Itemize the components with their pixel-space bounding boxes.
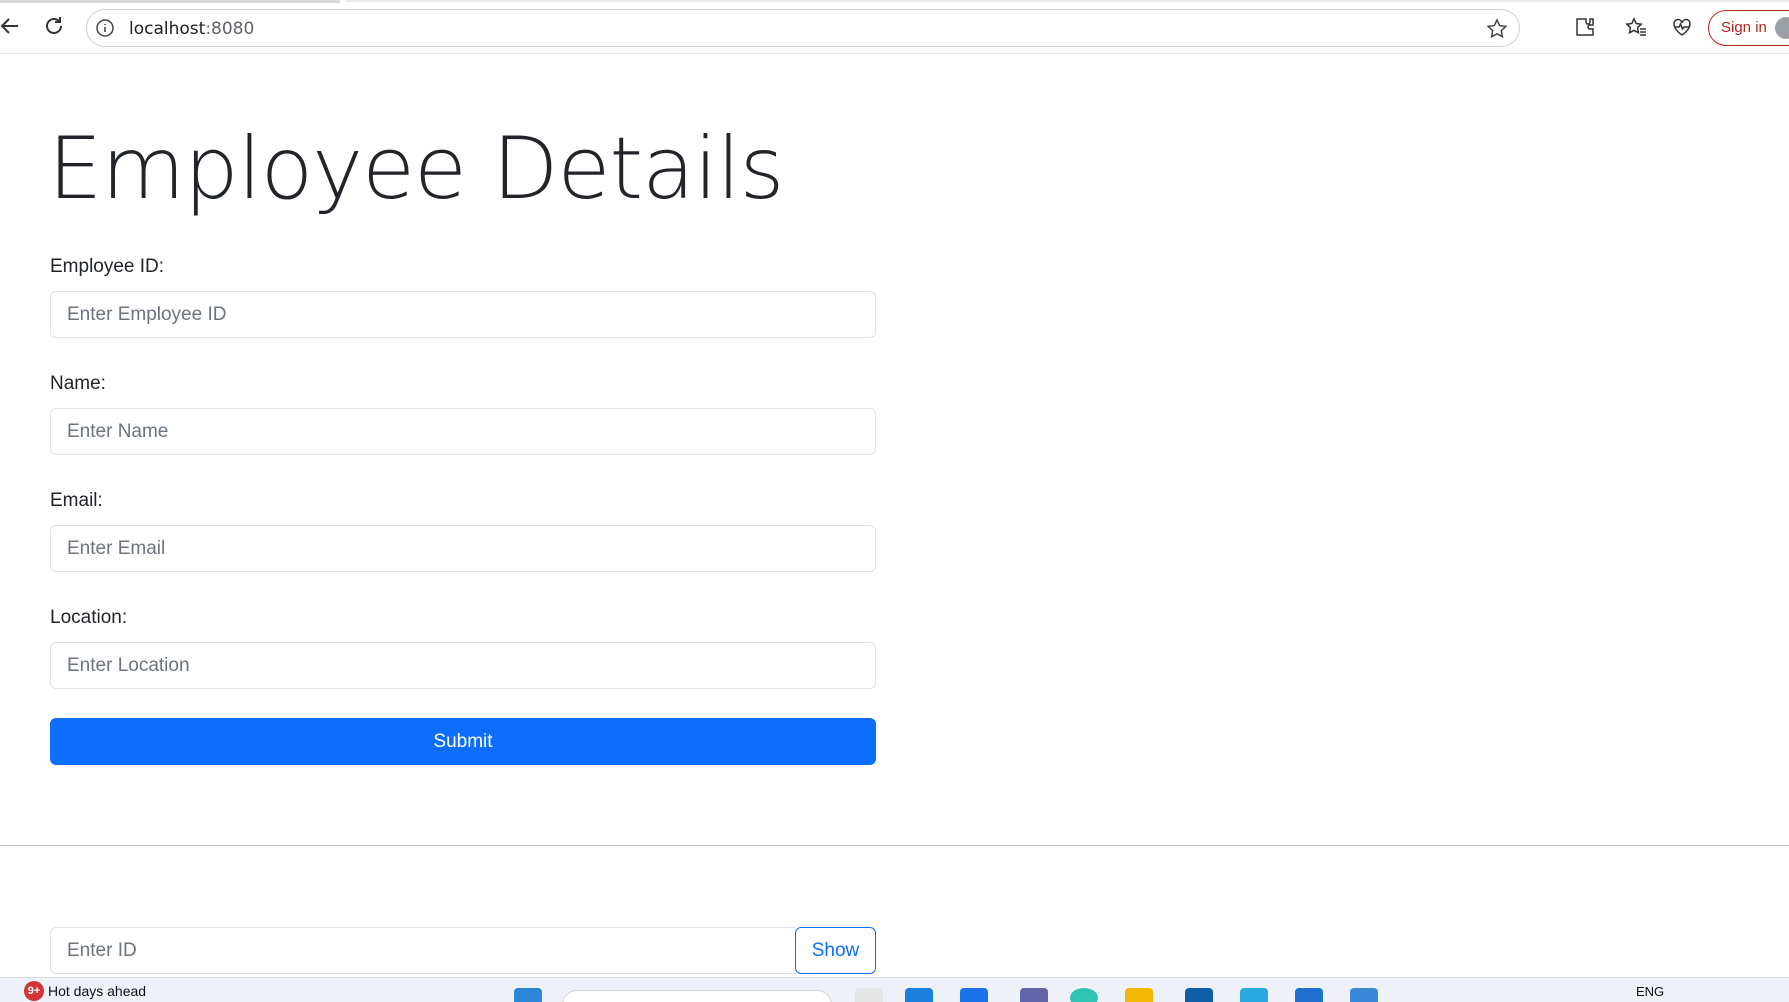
employee-id-input[interactable] xyxy=(50,291,876,338)
address-url: localhost:8080 xyxy=(129,19,254,39)
back-icon[interactable] xyxy=(0,14,22,38)
sign-in-label: Sign in xyxy=(1721,19,1767,36)
weather-widget[interactable]: Hot days ahead xyxy=(48,983,146,999)
browser-essentials-icon[interactable] xyxy=(1670,15,1694,39)
show-button[interactable]: Show xyxy=(795,927,876,974)
sign-in-button[interactable]: Sign in xyxy=(1708,10,1789,46)
section-divider xyxy=(0,845,1789,846)
vscode-icon[interactable] xyxy=(1295,988,1323,1002)
address-bar[interactable]: localhost:8080 xyxy=(86,9,1520,47)
browser-toolbar: localhost:8080 Sign in xyxy=(0,0,1789,54)
name-label: Name: xyxy=(50,373,106,394)
app-icon[interactable] xyxy=(960,988,988,1002)
language-indicator[interactable]: ENG xyxy=(1636,984,1664,999)
file-explorer-icon[interactable] xyxy=(1125,988,1153,1002)
copilot-icon[interactable] xyxy=(905,988,933,1002)
url-host: localhost xyxy=(129,19,206,39)
tab-strip-edge-right xyxy=(345,0,1789,2)
location-input[interactable] xyxy=(50,642,876,689)
weather-badge: 9+ xyxy=(24,981,44,1001)
os-taskbar: 9+ Hot days ahead ENG xyxy=(0,977,1789,1002)
edge-icon[interactable] xyxy=(1070,988,1098,1002)
tab-strip-edge xyxy=(0,0,340,3)
email-label: Email: xyxy=(50,490,103,511)
submit-button[interactable]: Submit xyxy=(50,718,876,765)
url-port: :8080 xyxy=(205,19,255,39)
reload-icon[interactable] xyxy=(42,14,66,38)
outlook-icon[interactable] xyxy=(1185,988,1213,1002)
avatar xyxy=(1775,17,1789,39)
taskbar-search[interactable] xyxy=(562,990,832,1002)
email-input[interactable] xyxy=(50,525,876,572)
calendar-icon[interactable] xyxy=(1350,988,1378,1002)
location-label: Location: xyxy=(50,607,128,628)
extensions-icon[interactable] xyxy=(1573,15,1597,39)
favorites-icon[interactable] xyxy=(1624,15,1648,39)
store-icon[interactable] xyxy=(1240,988,1268,1002)
page-title: Employee Details xyxy=(48,119,784,219)
teams-icon[interactable] xyxy=(1020,988,1048,1002)
task-view-icon[interactable] xyxy=(855,988,883,1002)
lookup-id-input[interactable] xyxy=(50,927,796,974)
site-info-icon[interactable] xyxy=(95,18,115,38)
favorite-star-icon[interactable] xyxy=(1485,17,1509,41)
start-icon[interactable] xyxy=(514,988,542,1002)
name-input[interactable] xyxy=(50,408,876,455)
employee-id-label: Employee ID: xyxy=(50,256,165,277)
